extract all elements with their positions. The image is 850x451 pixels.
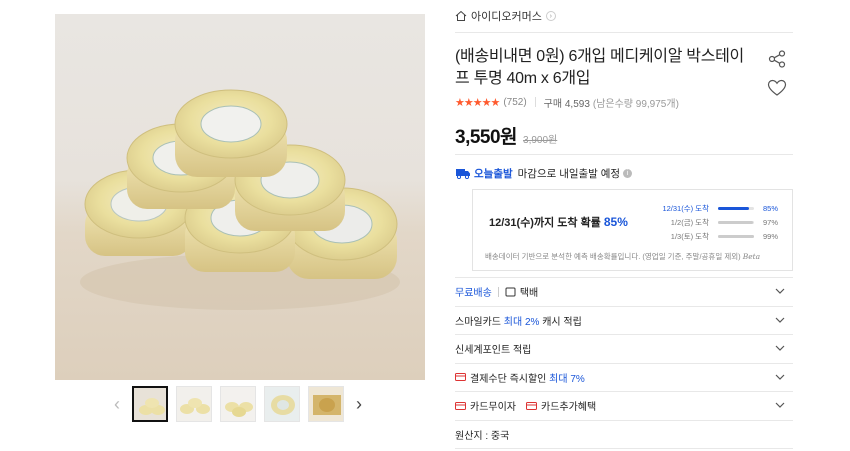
origin-label: 원산지 : 중국 <box>455 430 510 442</box>
rating-stars: ★★★★★ <box>455 96 500 109</box>
thumbnail-5[interactable] <box>308 386 344 422</box>
beta-label: Beta <box>742 252 761 261</box>
delivery-date: 1/3(토) 도착 <box>670 231 709 241</box>
option-payment-discount[interactable]: 결제수단 즉시할인 최대 7% <box>455 362 793 392</box>
original-price: 3,900원 <box>523 135 558 146</box>
home-icon <box>455 10 467 21</box>
smile-card-suffix: 캐시 적립 <box>542 316 582 328</box>
card-benefit-label: 카드추가혜택 <box>541 402 597 414</box>
shinsegae-label: 신세계포인트 적립 <box>455 345 532 357</box>
delivery-date: 1/2(금) 도착 <box>670 217 709 227</box>
headline-percent: 85% <box>603 215 628 229</box>
thumbnail-image <box>265 387 299 421</box>
price-row: 3,550원 3,900원 <box>455 122 793 148</box>
origin-row: 원산지 : 중국 <box>455 419 793 449</box>
divider <box>534 97 536 107</box>
option-shinsegae-point[interactable]: 신세계포인트 적립 <box>455 334 793 363</box>
delivery-probability-value: 85% <box>763 203 779 213</box>
chevron-down-icon[interactable] <box>775 316 785 324</box>
delivery-probability-value: 99% <box>763 231 779 241</box>
delivery-probability-list: 12/31(수) 도착 85% 1/2(금) 도착 97% 1/3(토) 도착 99% <box>641 201 778 243</box>
truck-icon <box>456 169 470 179</box>
probability-bar <box>718 234 754 238</box>
divider <box>497 286 499 297</box>
shipping-header: 오늘출발 마감으로 내일출발 예정 i <box>455 165 793 181</box>
probability-bar <box>718 206 754 210</box>
option-smile-card[interactable]: 스마일카드 최대 2% 캐시 적립 <box>455 305 793 335</box>
delivery-date: 12/31(수) 도착 <box>662 203 709 213</box>
heart-icon[interactable] <box>767 78 787 98</box>
headline-prefix: 12/31(수)까지 도착 확률 <box>489 217 601 229</box>
thumbnail-prev-button[interactable]: ‹ <box>106 394 128 414</box>
free-shipping-label: 무료배송 <box>455 288 492 300</box>
payment-discount-prefix: 결제수단 즉시할인 <box>470 373 547 385</box>
chevron-down-icon[interactable] <box>775 344 785 352</box>
probability-bar-fill <box>718 220 753 224</box>
chevron-down-icon[interactable] <box>775 401 785 409</box>
shipping-text: 마감으로 내일출발 예정 <box>517 167 621 180</box>
store-name: 아이디오커머스 <box>471 11 542 23</box>
info-icon[interactable]: i <box>623 168 633 178</box>
stock-remaining: (남은수량 99,975개) <box>592 98 679 110</box>
card-plus-icon <box>526 401 537 410</box>
courier-label: 택배 <box>519 288 539 300</box>
probability-bar-fill <box>718 234 754 238</box>
payment-discount-max: 최대 7% <box>549 373 585 385</box>
delivery-probability-headline: 12/31(수)까지 도착 확률 85% <box>489 214 628 230</box>
today-ship-badge: 오늘출발 <box>474 167 513 180</box>
note-text: 배송데이터 기반으로 분석한 예측 배송확률입니다. (영업일 기준, 주말/공… <box>485 252 741 261</box>
delivery-probability-row: 12/31(수) 도착 85% <box>641 201 778 215</box>
sale-price: 3,550원 <box>455 127 518 148</box>
chevron-right-icon: › <box>545 11 556 21</box>
divider <box>455 448 793 449</box>
box-icon <box>505 287 516 297</box>
thumbnail-next-button[interactable]: › <box>348 394 370 414</box>
option-card-benefits[interactable]: 카드무이자 카드추가혜택 <box>455 391 793 420</box>
delivery-probability-row: 1/3(토) 도착 99% <box>641 229 778 243</box>
delivery-probability-row: 1/2(금) 도착 97% <box>641 215 778 229</box>
chevron-down-icon[interactable] <box>775 287 785 295</box>
card-icon <box>455 373 466 382</box>
product-main-image[interactable] <box>55 14 425 380</box>
thumbnail-3[interactable] <box>220 386 256 422</box>
smile-card-prefix: 스마일카드 <box>455 316 501 328</box>
delivery-probability-box: 12/31(수)까지 도착 확률 85% 12/31(수) 도착 85% 1/2(금… <box>472 189 793 271</box>
thumbnail-strip: ‹ › <box>106 386 370 422</box>
thumbnail-image <box>177 387 211 421</box>
product-gallery <box>55 14 425 380</box>
probability-bar <box>718 220 754 224</box>
card-interest-label: 카드무이자 <box>470 402 516 414</box>
thumbnail-4[interactable] <box>264 386 300 422</box>
purchase-count: 구매 4,593 <box>543 98 590 110</box>
review-count[interactable]: (752) <box>503 97 526 108</box>
probability-note: 배송데이터 기반으로 분석한 예측 배송확률입니다. (영업일 기준, 주말/공… <box>485 251 760 262</box>
store-link[interactable]: 아이디오커머스 › <box>455 0 793 33</box>
thumbnail-2[interactable] <box>176 386 212 422</box>
divider <box>455 154 793 155</box>
thumbnail-1[interactable] <box>132 386 168 422</box>
delivery-probability-value: 97% <box>763 217 779 227</box>
thumbnail-image <box>134 388 166 420</box>
share-icon[interactable] <box>767 49 787 69</box>
option-free-shipping[interactable]: 무료배송 택배 <box>455 277 793 306</box>
rating-row: ★★★★★ (752) 구매 4,593 (남은수량 99,975개) <box>455 94 793 110</box>
smile-card-max: 최대 2% <box>503 316 540 328</box>
probability-bar-fill <box>718 206 749 210</box>
chevron-down-icon[interactable] <box>775 373 785 381</box>
product-info-panel: 아이디오커머스 › (배송비내면 0원) 6개입 메디케이알 박스테이프 투명 … <box>455 0 793 449</box>
thumbnail-image <box>309 387 343 421</box>
card-icon <box>455 401 466 410</box>
product-title: (배송비내면 0원) 6개입 메디케이알 박스테이프 투명 40m x 6개입 <box>455 48 744 87</box>
tape-rolls-illustration <box>80 89 400 310</box>
thumbnail-image <box>221 387 255 421</box>
